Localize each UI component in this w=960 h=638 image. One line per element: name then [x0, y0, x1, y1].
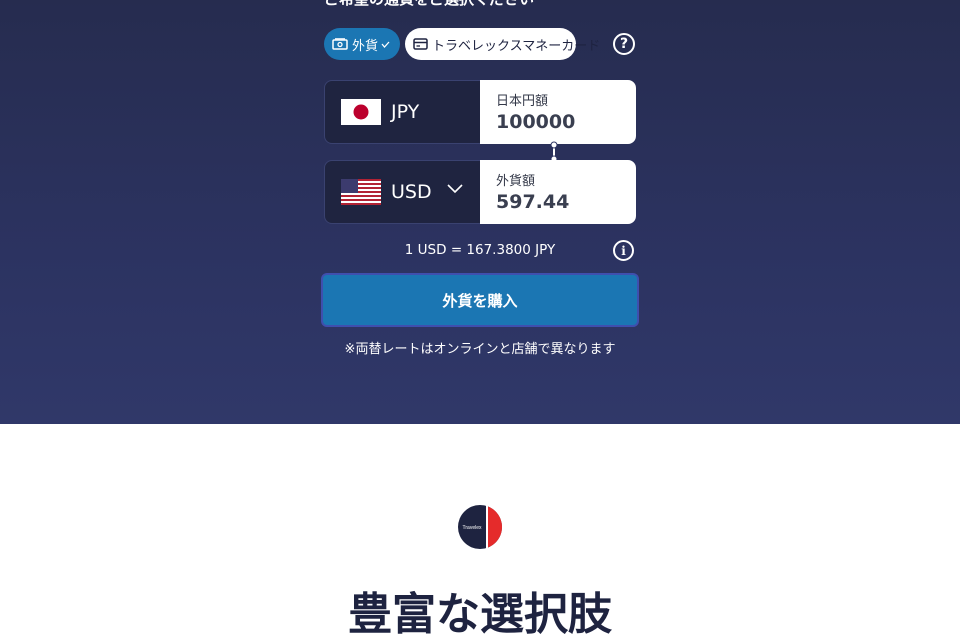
tab-money-card[interactable]: トラベレックスマネーカード — [405, 28, 600, 60]
tab-cash-label: 外貨 — [352, 38, 379, 54]
card-icon — [413, 38, 428, 50]
to-currency-select[interactable]: USD — [324, 160, 481, 224]
from-amount-label: 日本円額 — [496, 94, 549, 109]
to-currency-row: USD 外貨額 — [324, 160, 636, 224]
to-currency-code: USD — [391, 181, 432, 203]
travelex-logo: Travelex — [458, 505, 502, 549]
banknote-icon — [332, 38, 348, 50]
to-amount-field[interactable]: 外貨額 — [480, 160, 636, 224]
info-icon[interactable]: i — [613, 240, 634, 261]
section-heading: 豊富な選択肢 — [348, 589, 612, 638]
jpy-amount-input[interactable] — [496, 111, 626, 133]
usd-amount-input[interactable] — [496, 191, 626, 213]
to-amount-label: 外貨額 — [496, 174, 536, 189]
us-flag-icon — [341, 179, 381, 205]
buy-currency-button[interactable]: 外貨を購入 — [321, 273, 639, 327]
exchange-rate-text: 1 USD = 167.3800 JPY — [404, 242, 556, 258]
from-currency-code: JPY — [391, 101, 420, 123]
from-amount-field[interactable]: 日本円額 — [480, 80, 636, 144]
japan-flag-icon — [341, 99, 381, 125]
tab-cash[interactable]: 外貨 — [324, 28, 400, 60]
chevron-down-icon — [447, 184, 463, 194]
from-currency-row: JPY 日本円額 — [324, 80, 636, 144]
currency-converter-panel: ご希望の通貨をご選択ください 外貨 トラベレックスマネーカード ? JPY — [0, 0, 960, 424]
from-currency-select: JPY — [324, 80, 481, 144]
tab-money-card-label: トラベレックスマネーカード — [432, 38, 601, 54]
question-circle-icon[interactable]: ? — [613, 33, 635, 55]
check-icon — [381, 41, 390, 48]
rate-disclaimer: ※両替レートはオンラインと店舗で異なります — [344, 342, 616, 357]
travelex-logo-text: Travelex — [463, 525, 482, 531]
converter-title: ご希望の通貨をご選択ください — [324, 0, 644, 12]
